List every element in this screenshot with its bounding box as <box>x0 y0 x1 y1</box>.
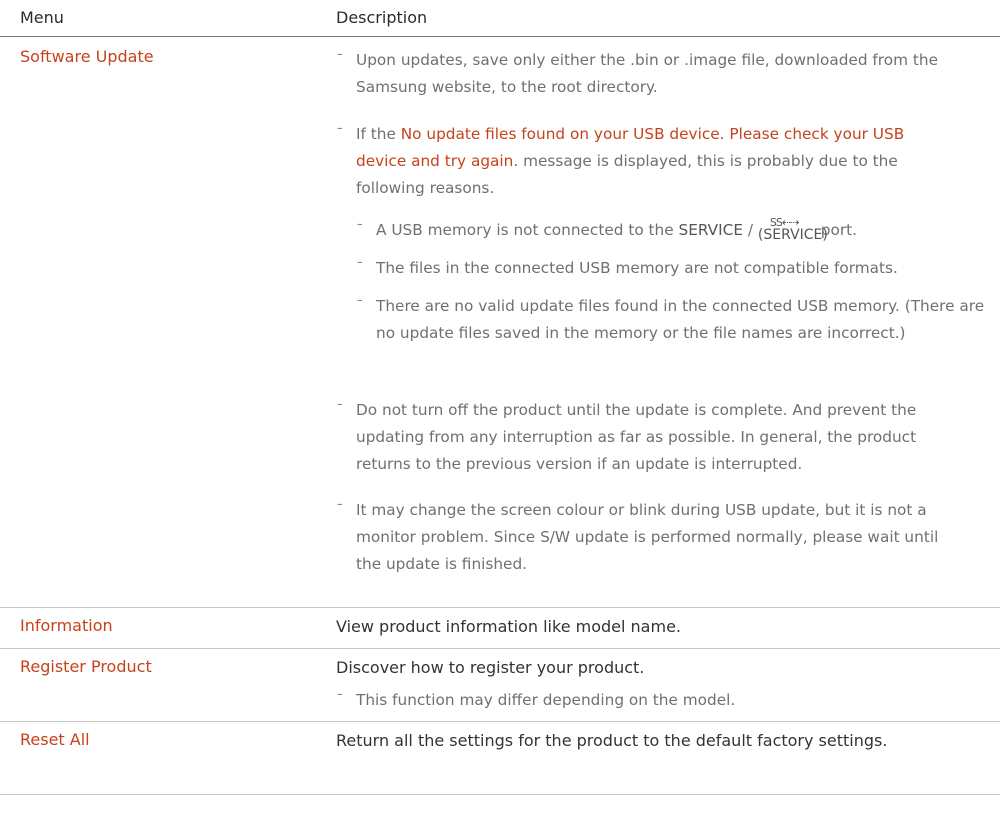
note-do-not-turn-off: ¯ Do not turn off the product until the … <box>336 397 956 478</box>
header-description: Description <box>336 8 428 27</box>
menu-description-table: Menu Description Software Update ¯ Upon … <box>0 0 1000 795</box>
note-dash-icon: ¯ <box>336 691 344 709</box>
desc-reset-all: Return all the settings for the product … <box>336 731 888 750</box>
desc-information: View product information like model name… <box>336 617 681 636</box>
note-root-directory: ¯ Upon updates, save only either the .bi… <box>336 47 956 101</box>
menu-reset-all: Reset All <box>20 730 90 749</box>
reason-no-valid-files: ¯ There are no valid update files found … <box>356 293 996 347</box>
row-information: Information View product information lik… <box>0 608 1000 649</box>
note-dash-icon: ¯ <box>336 501 344 519</box>
menu-information: Information <box>20 616 113 635</box>
note-dash-icon: ¯ <box>336 51 344 69</box>
note-dash-icon: ¯ <box>356 259 364 277</box>
note-dash-icon: ¯ <box>356 221 364 239</box>
note-dash-icon: ¯ <box>356 297 364 315</box>
note-dash-icon: ¯ <box>336 401 344 419</box>
reason-usb-not-connected: ¯ A USB memory is not connected to the S… <box>356 216 857 243</box>
usb-superspeed-icon: SS⇠⇢ (SERVICE) <box>757 216 828 243</box>
desc-register-product: Discover how to register your product. <box>336 658 645 677</box>
note-model-differ: ¯ This function may differ depending on … <box>336 687 956 714</box>
header-menu: Menu <box>20 8 64 27</box>
table-header: Menu Description <box>0 0 1000 37</box>
row-reset-all: Reset All Return all the settings for th… <box>0 722 1000 795</box>
service-port-label: SERVICE <box>678 221 744 239</box>
note-screen-colour: ¯ It may change the screen colour or bli… <box>336 497 956 578</box>
row-software-update: Software Update ¯ Upon updates, save onl… <box>0 37 1000 608</box>
note-no-update-files: ¯ If the No update files found on your U… <box>336 121 956 202</box>
menu-software-update: Software Update <box>20 47 154 66</box>
note-dash-icon: ¯ <box>336 125 344 143</box>
reason-incompatible-format: ¯ The files in the connected USB memory … <box>356 255 996 282</box>
row-register-product: Register Product Discover how to registe… <box>0 649 1000 722</box>
menu-register-product: Register Product <box>20 657 152 676</box>
